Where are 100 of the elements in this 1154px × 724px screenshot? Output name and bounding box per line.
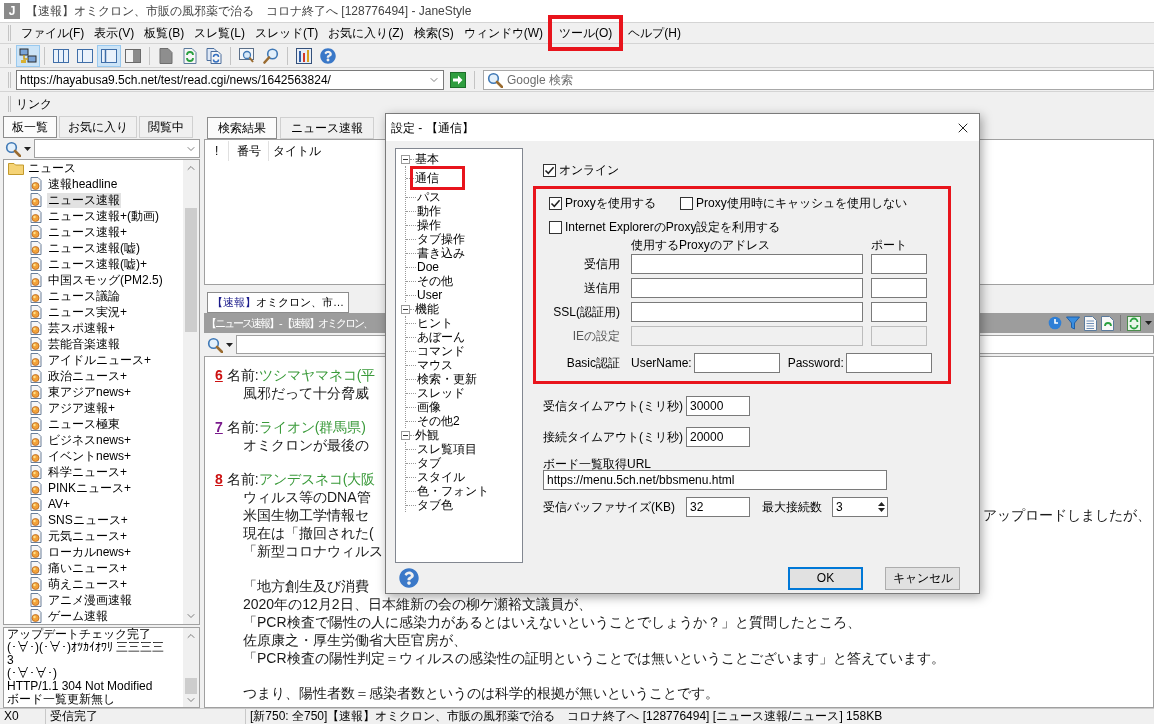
checkbox[interactable] (549, 220, 562, 234)
input-field[interactable]: https://menu.5ch.net/bbsmenu.html (543, 470, 887, 490)
menu-item[interactable]: ファイル(F) (16, 24, 90, 42)
board-item[interactable]: SNSニュース+ (47, 512, 129, 528)
number-spinner[interactable]: 3 (832, 497, 888, 517)
board-item[interactable]: ローカルnews+ (47, 544, 133, 560)
menu-item[interactable]: お気に入り(Z) (323, 24, 409, 42)
document-icon[interactable] (1084, 315, 1097, 331)
tree-item[interactable]: パス (416, 190, 442, 204)
tree-folder[interactable]: ニュース (28, 160, 76, 176)
menu-item[interactable]: 板覧(B) (139, 24, 190, 42)
board-item[interactable]: 政治ニュース+ (47, 368, 128, 384)
tree-item[interactable]: タブ色 (416, 498, 454, 512)
links-label[interactable]: リンク (16, 94, 52, 113)
checkbox[interactable] (543, 163, 556, 177)
input-field[interactable] (845, 353, 932, 373)
tree-item[interactable]: 画像 (416, 400, 442, 414)
scrollbar-thumb[interactable] (185, 678, 197, 694)
input-field[interactable] (871, 302, 927, 322)
board-item[interactable]: 速報headline (47, 176, 119, 192)
board-item[interactable]: AV+ (47, 496, 72, 512)
post-number[interactable]: 7 (215, 418, 223, 436)
tab[interactable]: お気に入り (59, 116, 137, 138)
tree-item[interactable]: Doe (416, 260, 440, 274)
board-item[interactable]: ニュース速報(嘘) (47, 240, 141, 256)
tree-item[interactable]: 外観 (414, 428, 440, 442)
checkbox[interactable] (680, 196, 693, 210)
tree-item[interactable]: あぼーん (416, 330, 466, 344)
menu-item[interactable]: スレ覧(L) (189, 24, 250, 42)
tab[interactable]: 閲覧中 (139, 116, 193, 138)
tree-item[interactable]: 色・フォント (416, 484, 490, 498)
search-field[interactable]: Google 検索 (483, 69, 1154, 90)
board-item[interactable]: 元気ニュース+ (47, 528, 128, 544)
board-item[interactable]: 科学ニュース+ (47, 464, 128, 480)
tab[interactable]: 板一覧 (3, 116, 57, 138)
board-item[interactable]: ニュース速報 (47, 192, 121, 208)
board-item[interactable]: イベントnews+ (47, 448, 133, 464)
tree-item[interactable]: 機能 (414, 302, 440, 316)
board-item[interactable]: ニュース実況+ (47, 304, 128, 320)
tree-item[interactable]: User (416, 288, 444, 302)
menu-item[interactable]: ヘルプ(H) (623, 24, 686, 42)
input-field[interactable] (631, 254, 863, 274)
input-field[interactable] (631, 302, 863, 322)
tree-item[interactable]: スレッド (416, 386, 466, 400)
toolbar-button[interactable] (16, 44, 40, 67)
tree-item[interactable]: 操作 (416, 218, 442, 232)
caret-down-icon[interactable] (24, 146, 31, 151)
tree-item[interactable]: スレ覧項目 (416, 442, 478, 456)
input-field[interactable]: 20000 (686, 427, 750, 447)
search-icon[interactable] (207, 336, 223, 353)
refresh-icon[interactable] (1127, 315, 1141, 331)
input-field[interactable]: 32 (686, 497, 750, 517)
toolbar-button[interactable] (97, 44, 121, 67)
tree-item[interactable]: その他 (416, 274, 454, 288)
board-item[interactable]: ニュース速報+(動画) (47, 208, 160, 224)
tree-item[interactable]: 書き込み (416, 246, 466, 260)
post-number[interactable]: 6 (215, 366, 223, 384)
board-item[interactable]: ニュース極東 (47, 416, 121, 432)
filter-icon[interactable] (1066, 316, 1080, 330)
tree-item[interactable]: 基本 (414, 152, 440, 166)
column-header[interactable]: 番号 (229, 141, 269, 161)
input-field[interactable] (871, 278, 927, 298)
collapse-icon[interactable] (401, 304, 410, 314)
collapse-icon[interactable] (401, 430, 410, 440)
board-item[interactable]: ニュース速報+ (47, 224, 128, 240)
help-icon[interactable] (399, 568, 419, 588)
post-number[interactable]: 8 (215, 470, 223, 488)
board-item[interactable]: ビジネスnews+ (47, 432, 133, 448)
url-combo-box[interactable]: https://hayabusa9.5ch.net/test/read.cgi/news/1642563824/ (16, 69, 444, 90)
tree-item[interactable]: タブ操作 (416, 232, 466, 246)
board-item[interactable]: 中国スモッグ(PM2.5) (47, 272, 164, 288)
input-field[interactable]: 30000 (686, 396, 750, 416)
input-field[interactable] (871, 254, 927, 274)
caret-down-icon[interactable] (1145, 321, 1152, 325)
tree-item[interactable]: タブ (416, 456, 442, 470)
board-item[interactable]: ニュース速報(嘘)+ (47, 256, 148, 272)
tree-item[interactable]: 検索・更新 (416, 372, 478, 386)
board-item[interactable]: アニメ漫画速報 (47, 592, 133, 608)
tree-item[interactable]: コマンド (416, 344, 466, 358)
tree-item[interactable]: スタイル (416, 470, 466, 484)
scrollbar[interactable] (183, 160, 199, 624)
board-item[interactable]: 萌えニュース+ (47, 576, 128, 592)
input-field[interactable] (871, 326, 927, 346)
refresh-document-icon[interactable] (1101, 315, 1114, 331)
scrollbar-thumb[interactable] (185, 208, 197, 332)
collapse-icon[interactable] (401, 154, 410, 164)
menu-item[interactable]: ツール(O) (554, 24, 618, 42)
caret-down-icon[interactable] (878, 508, 885, 512)
menu-item[interactable]: ウィンドウ(W) (458, 24, 548, 42)
dialog-button[interactable]: OK (788, 566, 863, 590)
tab[interactable]: 検索結果 (207, 117, 277, 139)
clock-icon[interactable] (1048, 316, 1062, 330)
board-item[interactable]: 東アジアnews+ (47, 384, 133, 400)
board-item[interactable]: 芸能音楽速報 (47, 336, 121, 352)
board-item[interactable]: アジア速報+ (47, 400, 116, 416)
tab[interactable]: ニュース速報 (280, 117, 374, 139)
board-item[interactable]: アイドルニュース+ (47, 352, 152, 368)
menu-item[interactable]: スレッド(T) (250, 24, 324, 42)
dialog-button[interactable]: キャンセル (885, 566, 960, 590)
search-icon[interactable] (5, 140, 21, 157)
